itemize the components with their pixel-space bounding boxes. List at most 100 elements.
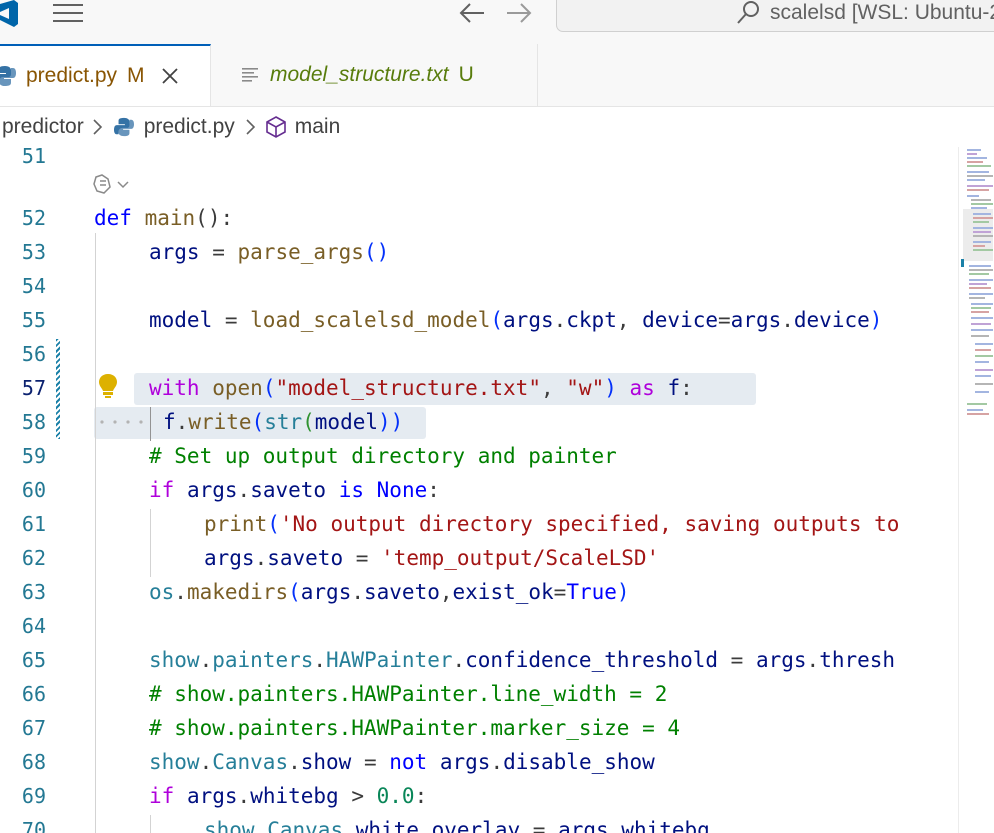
code-text: if args.saveto is None:	[149, 478, 440, 502]
code-line: 57 with open("model_structure.txt", "w")…	[0, 371, 958, 405]
code-text: if args.whitebg > 0.0:	[149, 784, 428, 808]
minimap-line	[967, 409, 983, 411]
breadcrumb-symbol[interactable]: main	[295, 115, 341, 139]
menu-icon[interactable]	[53, 2, 83, 24]
code-line: 66 # show.painters.HAWPainter.line_width…	[0, 677, 958, 711]
tab-label: predict.py	[26, 64, 118, 87]
line-number: 58	[21, 410, 46, 434]
minimap-line	[967, 149, 981, 151]
line-number: 52	[21, 206, 46, 230]
line-number: 59	[21, 444, 46, 468]
minimap-line	[969, 273, 989, 275]
line-number: 61	[21, 512, 46, 536]
minimap-line	[973, 231, 991, 233]
untracked-badge: U	[458, 63, 474, 86]
forward-arrow-icon[interactable]	[505, 0, 533, 26]
line-number: 56	[21, 342, 46, 366]
code-text: show.Canvas.show = not args.disable_show	[149, 750, 655, 774]
search-label: scalelsd [WSL: Ubuntu-2	[770, 1, 994, 24]
minimap-line	[971, 317, 993, 319]
code-line: 52 def main():	[0, 201, 958, 235]
code-line: 70 show.Canvas.white_overlay = args.whit…	[0, 813, 958, 833]
minimap-line	[967, 413, 989, 415]
minimap-line	[969, 265, 991, 267]
code-line: 68 show.Canvas.show = not args.disable_s…	[0, 745, 958, 779]
minimap-line	[971, 199, 991, 201]
minimap-line	[971, 311, 989, 313]
vscode-logo-icon[interactable]	[0, 0, 20, 28]
code-line: 55 model = load_scalelsd_model(args.ckpt…	[0, 303, 958, 337]
minimap-line	[969, 297, 985, 299]
code-line: 64	[0, 609, 958, 643]
line-number: 63	[21, 580, 46, 604]
line-number: 66	[21, 682, 46, 706]
line-number: 70	[21, 818, 46, 833]
minimap-line	[971, 329, 993, 331]
minimap-line	[967, 179, 985, 181]
minimap-line	[967, 153, 977, 155]
breadcrumb: predictor predict.py main	[0, 107, 994, 147]
code-text: def main():	[94, 206, 234, 230]
tab-predict-py[interactable]: predict.py M	[0, 44, 211, 106]
code-line: 65 show.painters.HAWPainter.confidence_t…	[0, 643, 958, 677]
code-comment: # show.painters.HAWPainter.line_width = …	[149, 682, 668, 706]
minimap-line	[967, 165, 991, 167]
minimap-line	[969, 279, 993, 281]
minimap-line	[975, 369, 993, 371]
code-text: with open("model_structure.txt", "w") as…	[149, 376, 693, 400]
minimap-line	[975, 343, 993, 345]
minimap-line	[967, 195, 979, 197]
line-number: 64	[21, 614, 46, 638]
code-editor[interactable]: 51 52 def main(): 53 args = parse_args()…	[0, 147, 958, 833]
tab-bar: predict.py M model_structure.txt U	[0, 44, 994, 107]
line-number: 69	[21, 784, 46, 808]
copilot-sparkle-icon[interactable]	[92, 171, 132, 199]
search-icon	[737, 1, 759, 24]
code-line: 54	[0, 269, 958, 303]
code-text: model = load_scalelsd_model(args.ckpt, d…	[149, 308, 883, 332]
code-line: 67 # show.painters.HAWPainter.marker_siz…	[0, 711, 958, 745]
minimap-line	[971, 203, 993, 205]
tab-label: model_structure.txt	[270, 63, 449, 86]
minimap-line	[973, 227, 993, 229]
line-number: 54	[21, 274, 46, 298]
minimap-line	[973, 241, 991, 243]
minimap-line	[971, 323, 991, 325]
code-lens-line	[0, 169, 958, 203]
line-number: 65	[21, 648, 46, 672]
python-file-icon	[0, 66, 16, 86]
minimap-line	[969, 269, 993, 271]
code-text: show.Canvas.white_overlay = args.whitebg	[204, 818, 710, 833]
python-file-icon	[113, 117, 134, 137]
code-line: 59 # Set up output directory and painter	[0, 439, 958, 473]
minimap-line	[971, 335, 989, 337]
code-comment: # Set up output directory and painter	[149, 444, 617, 468]
minimap-line	[975, 391, 989, 393]
breadcrumb-file[interactable]: predict.py	[144, 115, 235, 139]
minimap-line	[967, 161, 983, 163]
minimap-line	[969, 293, 993, 295]
text-file-icon	[242, 68, 258, 82]
tab-model-structure-txt[interactable]: model_structure.txt U	[211, 44, 538, 106]
code-text: show.painters.HAWPainter.confidence_thre…	[149, 648, 896, 672]
symbol-method-icon	[265, 116, 286, 138]
minimap-line	[975, 375, 991, 377]
close-icon[interactable]	[161, 67, 179, 85]
minimap-line	[967, 403, 987, 405]
line-number: 67	[21, 716, 46, 740]
minimap-line	[973, 249, 993, 251]
code-line: 56	[0, 337, 958, 371]
line-number: 60	[21, 478, 46, 502]
code-text: f.write(str(model))	[163, 410, 404, 434]
lightbulb-icon[interactable]	[98, 373, 118, 399]
chevron-right-icon	[246, 119, 255, 135]
line-number: 55	[21, 308, 46, 332]
minimap-line	[971, 303, 993, 305]
minimap[interactable]	[958, 147, 994, 833]
code-line: 61 print('No output directory specified,…	[0, 507, 958, 541]
minimap-line	[975, 361, 989, 363]
back-arrow-icon[interactable]	[458, 0, 486, 26]
line-number: 62	[21, 546, 46, 570]
minimap-line	[967, 171, 989, 173]
breadcrumb-folder[interactable]: predictor	[2, 115, 84, 139]
